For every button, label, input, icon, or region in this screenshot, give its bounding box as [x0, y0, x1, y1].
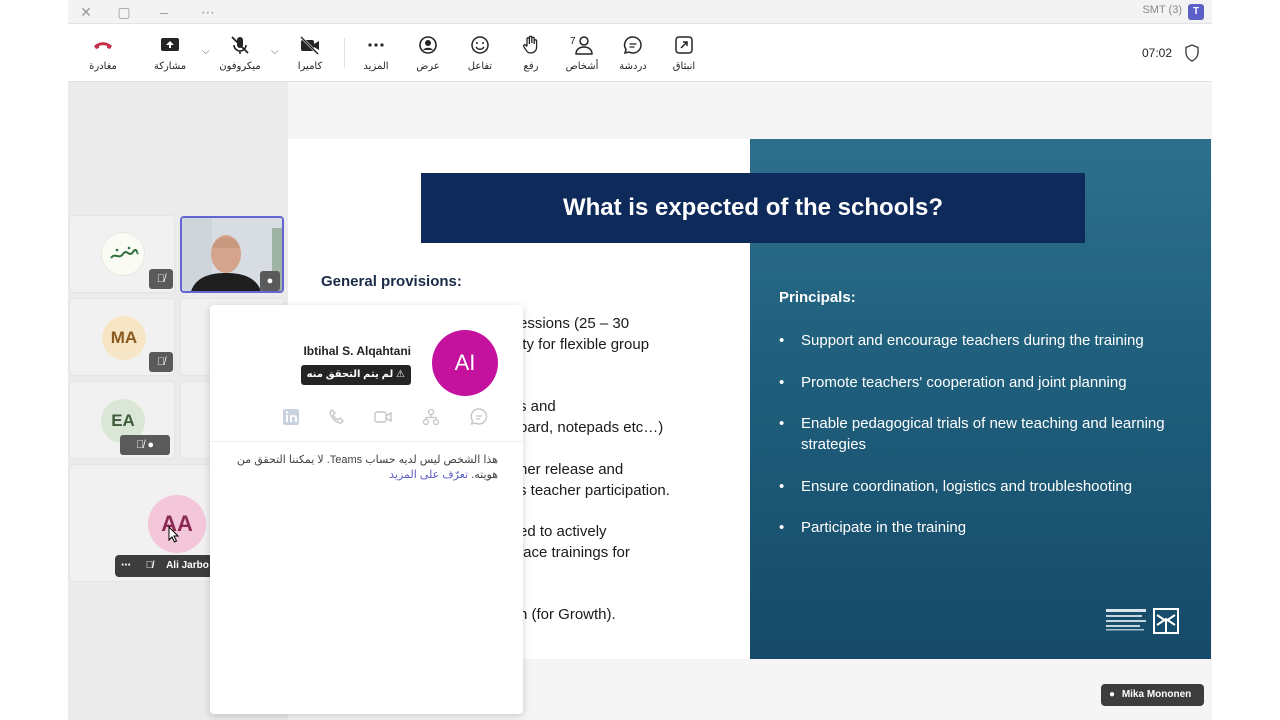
presenter-name: Mika Mononen	[1121, 689, 1192, 700]
principal-bullet: • Support and encourage teachers during t…	[779, 332, 1144, 349]
view-label: عرض	[416, 61, 440, 72]
camera-button[interactable]: كاميرا	[284, 34, 336, 72]
camera-off-icon	[300, 36, 319, 55]
react-button[interactable]: تفاعل	[454, 34, 506, 72]
call-icon[interactable]	[327, 407, 347, 427]
minimize-icon[interactable]: –	[154, 2, 174, 22]
more-icon[interactable]: ⋯	[198, 2, 218, 22]
slide-text: oard, notepads etc…)	[519, 419, 664, 436]
presenter-name-tag: ● Mika Mononen	[1101, 684, 1204, 706]
share-button[interactable]: مشاركة	[144, 34, 196, 72]
screen: ✕ ▢ – ⋯ SMT (3) T مغادرة مشاركة ⌵ ميكروف…	[0, 0, 1280, 720]
calligraphy-logo-icon	[110, 246, 139, 259]
hang-up-icon	[94, 42, 112, 49]
share-label: مشاركة	[153, 61, 187, 72]
chat-icon[interactable]	[469, 407, 489, 427]
raise-hand-button[interactable]: رفع	[505, 34, 557, 72]
raise-label: رفع	[523, 61, 539, 72]
mic-off-icon: 🎙̸	[145, 560, 154, 571]
slide-text: essions (25 – 30	[519, 315, 630, 332]
principals-heading: Principals:	[779, 289, 856, 306]
participant-name: Ali Jarbo	[166, 560, 209, 571]
slide-text: her release and	[519, 461, 624, 478]
mic-off-icon	[231, 36, 249, 54]
meeting-timer: 07:02	[1141, 46, 1172, 60]
popout-button[interactable]: انبثاق	[658, 34, 710, 72]
contact-avatar: AI	[432, 330, 498, 396]
org-chart-icon[interactable]	[421, 407, 441, 427]
popout-icon	[675, 36, 693, 54]
avatar: AA	[148, 495, 206, 553]
microphone-label: ميكروفون	[219, 61, 261, 72]
card-divider	[210, 441, 523, 442]
popout-label: انبثاق	[672, 61, 696, 72]
more-icon[interactable]: ⋯	[121, 560, 131, 571]
more-button[interactable]: المزيد	[350, 34, 402, 72]
unverified-message: هذا الشخص ليس لديه حساب Teams. لا يمكننا…	[236, 454, 498, 481]
warning-shield-icon: ⚠	[396, 369, 405, 380]
people-count: 7	[570, 36, 576, 47]
slide-text: s teacher participation.	[519, 482, 670, 499]
institute-logo-icon	[1106, 608, 1179, 634]
linkedin-icon[interactable]	[281, 407, 301, 427]
more-label: المزيد	[363, 61, 389, 72]
slide-text: ed to actively	[519, 523, 607, 540]
shield-icon[interactable]	[1184, 44, 1200, 62]
title-bar: ✕ ▢ – ⋯ SMT (3) T	[68, 0, 1212, 24]
principal-bullet: • Promote teachers' cooperation and joint…	[779, 374, 1127, 391]
chat-icon	[623, 36, 642, 55]
hand-icon	[522, 35, 538, 54]
teams-logo-icon: T	[1188, 4, 1204, 20]
slide-title: What is expected of the schools?	[421, 173, 1085, 243]
participant-tile[interactable]: 🎙̸	[69, 215, 175, 293]
mic-off-icon: 🎙̸	[149, 269, 173, 289]
contact-card-popup[interactable]: Ibtihal S. Alqahtani ⚠ لم يتم التحقق منه…	[210, 305, 523, 714]
microphone-button[interactable]: ميكروفون	[214, 34, 266, 72]
slide-text: n (for Growth).	[519, 606, 616, 623]
participant-tile[interactable]: EA 🎙̸ ●	[69, 381, 175, 459]
close-icon[interactable]: ✕	[76, 2, 96, 22]
presenter-icon: ●	[1109, 689, 1116, 700]
leave-button[interactable]: مغادرة	[77, 34, 129, 72]
chevron-down-icon[interactable]: ⌵	[271, 46, 283, 57]
people-button[interactable]: 7 أشخاص	[556, 34, 608, 72]
more-icon	[368, 43, 384, 47]
leave-label: مغادرة	[89, 61, 117, 72]
view-button[interactable]: عرض	[402, 34, 454, 72]
share-screen-icon	[161, 38, 179, 51]
principal-bullet: • Enable pedagogical trials of new teachi…	[779, 415, 1165, 453]
meeting-toolbar: مغادرة مشاركة ⌵ ميكروفون ⌵ كاميرا المزيد…	[68, 24, 1212, 82]
chat-button[interactable]: دردشة	[607, 34, 659, 72]
slide-text: s and	[519, 398, 556, 415]
video-icon[interactable]	[373, 407, 393, 427]
slide-text: ity for flexible group	[519, 336, 650, 353]
participant-tile[interactable]: MA 🎙̸	[69, 298, 175, 376]
unverified-badge: ⚠ لم يتم التحقق منه	[300, 365, 411, 385]
chevron-down-icon[interactable]: ⌵	[202, 46, 214, 57]
view-icon	[419, 36, 437, 54]
camera-label: كاميرا	[297, 61, 323, 72]
toolbar-divider	[344, 38, 345, 68]
maximize-icon[interactable]: ▢	[114, 2, 134, 22]
avatar: MA	[102, 316, 146, 360]
general-provisions-heading: General provisions:	[321, 273, 462, 290]
mic-off-icon: 🎙̸ ●	[120, 435, 170, 455]
avatar	[101, 232, 145, 276]
principal-bullet: • Participate in the training	[779, 519, 967, 536]
principal-bullet: • Ensure coordination, logistics and trou…	[779, 478, 1133, 495]
chat-label: دردشة	[619, 61, 647, 72]
participant-video-tile[interactable]: ●	[180, 216, 284, 293]
react-label: تفاعل	[467, 61, 493, 72]
contact-name: Ibtihal S. Alqahtani	[303, 344, 411, 358]
participant-icon: ●	[260, 271, 280, 291]
learn-more-link[interactable]: تعرّف على المزيد	[389, 469, 468, 481]
people-label: أشخاص	[565, 61, 599, 72]
mouse-cursor-icon	[168, 526, 180, 543]
emoji-icon	[471, 36, 489, 54]
window-title: SMT (3)	[1142, 4, 1182, 16]
slide-text: face trainings for	[519, 544, 630, 561]
mic-off-icon: 🎙̸	[149, 352, 173, 372]
